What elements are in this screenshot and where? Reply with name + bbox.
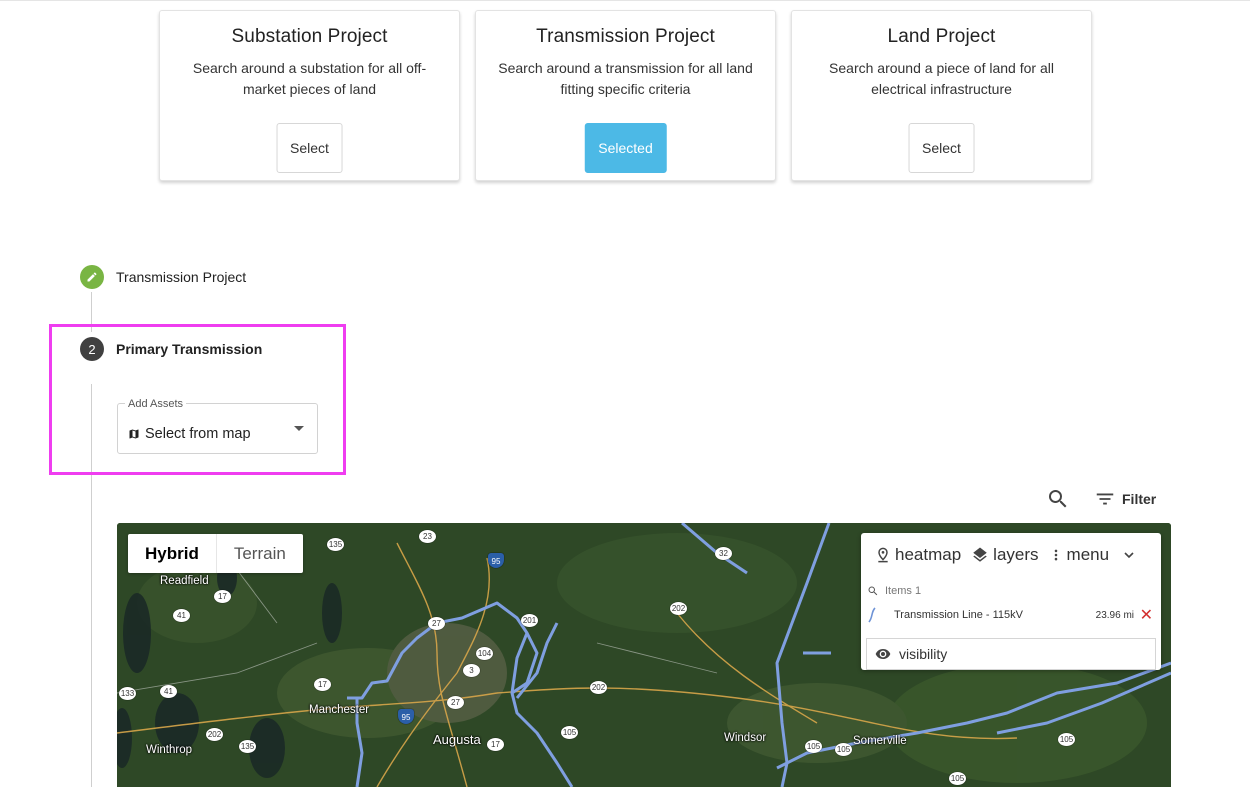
search-icon xyxy=(1049,490,1067,508)
route-shield: 105 xyxy=(835,743,852,756)
menu-button[interactable]: menu xyxy=(1049,545,1138,565)
route-shield: 32 xyxy=(715,547,732,560)
route-shield: 202 xyxy=(206,728,223,741)
add-assets-legend: Add Assets xyxy=(125,398,187,410)
search-icon xyxy=(868,586,878,596)
filter-icon xyxy=(1096,493,1114,505)
eye-icon xyxy=(875,649,891,659)
route-shield: 105 xyxy=(949,772,966,785)
route-shield: 41 xyxy=(160,685,177,698)
chevron-down-icon xyxy=(1124,552,1134,559)
add-assets-value: Select from map xyxy=(128,426,251,442)
route-shield: 3 xyxy=(463,664,480,677)
menu-label: menu xyxy=(1066,545,1110,564)
route-shield: 23 xyxy=(419,530,436,543)
route-shield: 133 xyxy=(119,687,136,700)
route-shield: 201 xyxy=(521,614,538,627)
route-shield: 202 xyxy=(590,681,607,694)
layers-icon xyxy=(973,547,987,562)
card-title: Substation Project xyxy=(231,26,388,47)
route-shield: 202 xyxy=(670,602,687,615)
card-description: Search around a piece of land for all el… xyxy=(829,60,1054,97)
more-vert-icon xyxy=(1054,549,1057,561)
map-type-control: Hybrid Terrain xyxy=(128,534,303,573)
route-shield: 27 xyxy=(428,617,445,630)
item-name: Transmission Line - 115kV xyxy=(894,609,1023,621)
card-transmission-project: Transmission Project Search around a tra… xyxy=(475,10,776,181)
card-description: Search around a transmission for all lan… xyxy=(498,60,753,97)
items-count-label: Items 1 xyxy=(885,585,922,597)
route-shield: 105 xyxy=(805,740,822,753)
map-icon xyxy=(129,429,139,439)
route-shield: 135 xyxy=(327,538,344,551)
card-substation-project: Substation Project Search around a subst… xyxy=(159,10,460,181)
visibility-label: visibility xyxy=(899,646,948,662)
map-type-hybrid[interactable]: Hybrid xyxy=(128,534,217,573)
pencil-icon xyxy=(87,272,97,282)
route-shield: 105 xyxy=(1058,733,1075,746)
step-complete-icon[interactable] xyxy=(80,265,104,289)
chevron-down-icon xyxy=(294,426,304,431)
filter-button[interactable]: Filter xyxy=(1094,487,1156,511)
item-distance: 23.96 mi xyxy=(1095,610,1134,621)
route-shield: 105 xyxy=(561,726,578,739)
card-title: Transmission Project xyxy=(536,26,715,47)
select-land-button[interactable]: Select xyxy=(908,123,975,173)
heatmap-button[interactable]: heatmap xyxy=(875,545,961,565)
close-icon[interactable]: ✕ xyxy=(1140,605,1153,625)
route-shield: 17 xyxy=(487,738,504,751)
map-type-terrain[interactable]: Terrain xyxy=(217,534,303,573)
step-1-label[interactable]: Transmission Project xyxy=(116,269,246,285)
add-assets-select[interactable]: Add Assets Select from map xyxy=(117,398,318,454)
map-view[interactable]: Hybrid Terrain Readfield Manchester Augu… xyxy=(117,523,1171,787)
filter-label: Filter xyxy=(1122,491,1157,507)
card-title: Land Project xyxy=(887,26,996,47)
route-shield: 17 xyxy=(214,590,231,603)
card-description: Search around a substation for all off-m… xyxy=(192,60,427,97)
line-icon xyxy=(868,607,876,623)
map-pin-icon xyxy=(878,547,888,563)
place-label: Manchester xyxy=(309,704,370,716)
route-shield: 135 xyxy=(239,740,256,753)
route-shield: 17 xyxy=(314,678,331,691)
items-count: Items 1 xyxy=(867,585,921,597)
place-label: Somerville xyxy=(853,735,907,747)
layers-label: layers xyxy=(993,545,1039,564)
selected-transmission-button[interactable]: Selected xyxy=(584,123,667,173)
heatmap-label: heatmap xyxy=(895,545,962,564)
place-label: Readfield xyxy=(160,575,209,587)
place-label: Windsor xyxy=(724,732,767,744)
panel-header: heatmap layers menu xyxy=(875,545,1147,565)
layers-button[interactable]: layers xyxy=(971,545,1039,565)
route-shield: 41 xyxy=(173,609,190,622)
add-assets-value-text: Select from map xyxy=(145,426,251,442)
select-substation-button[interactable]: Select xyxy=(276,123,343,173)
visibility-button[interactable]: visibility xyxy=(866,638,1156,670)
search-button[interactable] xyxy=(1046,487,1070,511)
route-shield: 104 xyxy=(476,647,493,660)
place-label: Winthrop xyxy=(146,744,193,756)
map-layers-panel: heatmap layers menu Items 1 Transmission… xyxy=(861,533,1161,670)
card-land-project: Land Project Search around a piece of la… xyxy=(791,10,1092,181)
place-label: Augusta xyxy=(433,732,481,747)
top-divider xyxy=(0,0,1250,1)
route-shield: 27 xyxy=(447,696,464,709)
